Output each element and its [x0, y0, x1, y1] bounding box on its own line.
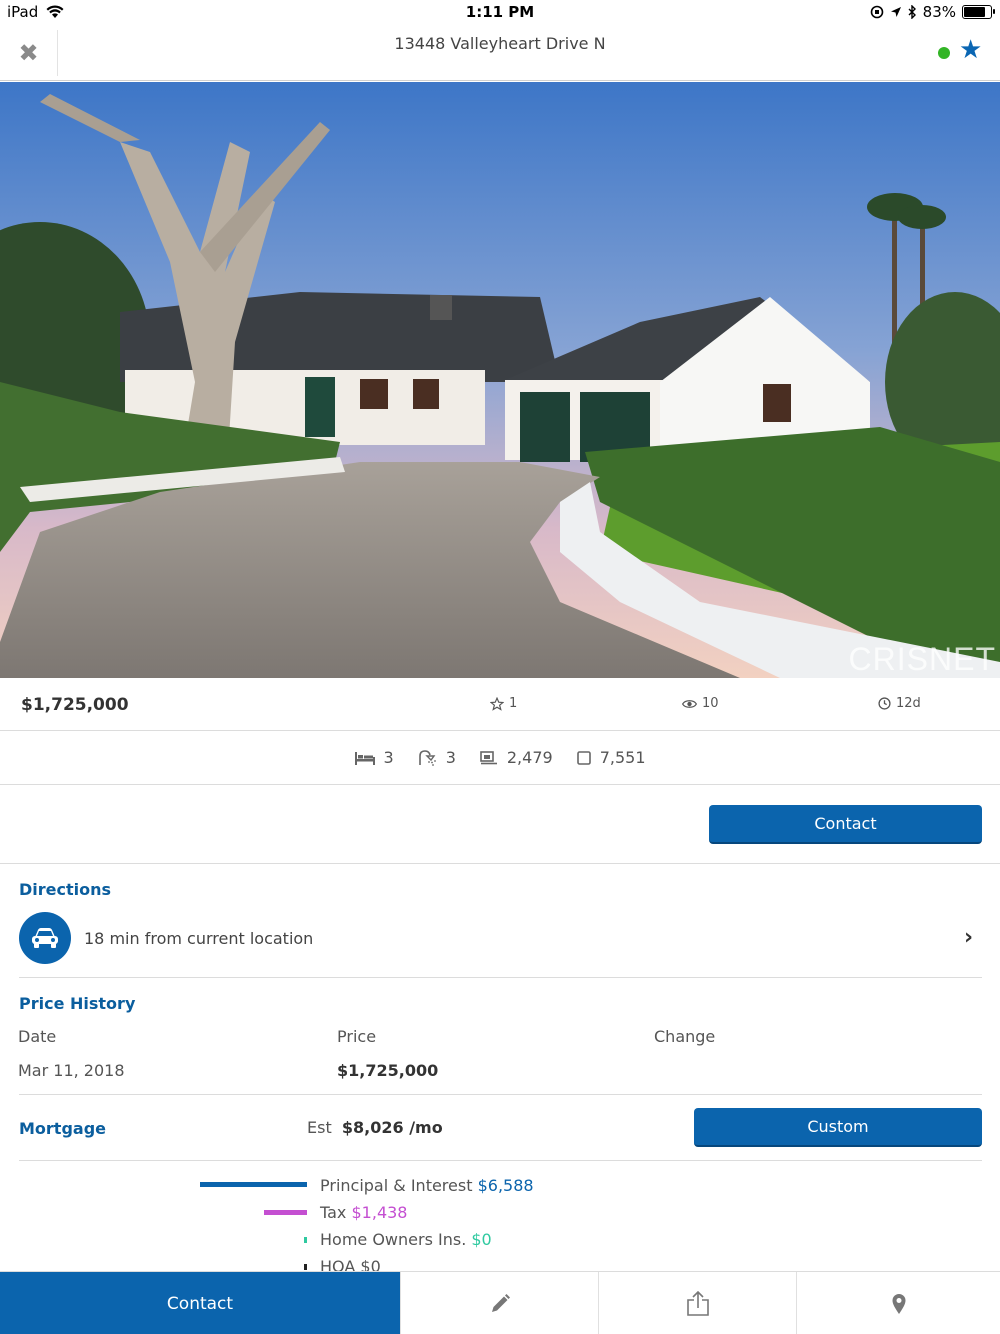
date-column-header: Date [18, 1027, 57, 1046]
insurance-legend: Home Owners Ins. $0 [320, 1230, 492, 1249]
favorites-stat: 1 [490, 696, 517, 711]
house-photo-image [0, 82, 1000, 678]
listing-photo[interactable]: CRISNET [0, 82, 1000, 678]
directions-text[interactable]: 18 min from current location [84, 929, 313, 948]
lot-feature: 7,551 [576, 748, 646, 767]
lot-square-icon [576, 750, 591, 765]
car-icon-circle[interactable] [19, 912, 71, 964]
beds-feature: 3 [354, 748, 394, 767]
history-row-price: $1,725,000 [337, 1061, 439, 1080]
share-button[interactable] [598, 1272, 796, 1334]
history-row-date: Mar 11, 2018 [18, 1061, 125, 1080]
photo-watermark: CRISNET [848, 641, 996, 677]
days-on-market-stat: 12d [878, 696, 921, 711]
bottom-toolbar: Contact [0, 1271, 1000, 1334]
legend-value: $6,588 [477, 1176, 534, 1195]
car-icon [32, 928, 58, 948]
shower-icon [418, 749, 436, 766]
divider [19, 977, 982, 978]
legend-label: Tax [320, 1203, 347, 1222]
floor-area-icon [480, 750, 497, 764]
map-pin-icon [892, 1293, 905, 1314]
lot-value: 7,551 [599, 748, 646, 767]
custom-button[interactable]: Custom [694, 1108, 982, 1147]
legend-value: $1,438 [351, 1203, 408, 1222]
change-column-header: Change [654, 1027, 716, 1046]
views-count: 10 [702, 696, 719, 711]
tax-bar [264, 1210, 307, 1215]
stats-row: $1,725,000 1 10 12d [0, 678, 1000, 731]
chevron-right-icon[interactable]: › [964, 925, 973, 950]
active-status-dot [938, 47, 950, 59]
legend-value: $0 [360, 1257, 381, 1271]
price-column-header: Price [337, 1027, 377, 1046]
clock-icon [878, 697, 891, 710]
edit-note-button[interactable] [400, 1272, 598, 1334]
tax-legend: Tax $1,438 [320, 1203, 407, 1222]
price-history-title: Price History [19, 994, 136, 1013]
location-arrow-icon [890, 7, 901, 17]
contact-row: Contact [0, 785, 1000, 864]
principal-interest-bar [200, 1182, 307, 1187]
mortgage-estimate: Est $8,026 /mo [307, 1118, 443, 1137]
legend-label: Principal & Interest [320, 1176, 473, 1195]
pencil-icon [491, 1293, 510, 1312]
features-row: 3 3 2,479 7,551 [0, 731, 1000, 785]
baths-count: 3 [445, 748, 456, 767]
eye-icon [682, 699, 697, 708]
principal-interest-legend: Principal & Interest $6,588 [320, 1176, 534, 1195]
map-location-button[interactable] [796, 1272, 1000, 1334]
hoa-legend: HOA $0 [320, 1257, 381, 1271]
bed-icon [354, 751, 375, 765]
status-time: 1:11 PM [465, 3, 535, 21]
contact-button[interactable]: Contact [709, 805, 982, 844]
toolbar-contact-button[interactable]: Contact [0, 1272, 400, 1334]
share-icon [686, 1290, 709, 1316]
favorites-count: 1 [509, 696, 518, 711]
directions-title: Directions [19, 880, 112, 899]
legend-label: HOA [320, 1257, 356, 1271]
battery-percent: 83% [922, 3, 956, 21]
mortgage-est-label: Est [307, 1118, 332, 1137]
page-title: 13448 Valleyheart Drive N [394, 34, 606, 53]
legend-value: $0 [471, 1230, 492, 1249]
mortgage-est-value: $8,026 /mo [341, 1118, 443, 1137]
battery-fill [964, 7, 985, 17]
insurance-bar [304, 1237, 307, 1243]
mortgage-title: Mortgage [19, 1119, 107, 1138]
rotation-lock-icon [870, 5, 883, 19]
beds-count: 3 [383, 748, 394, 767]
battery-icon [962, 5, 995, 19]
divider [19, 1160, 982, 1161]
favorite-star-icon[interactable]: ★ [959, 37, 982, 63]
sqft-value: 2,479 [506, 748, 553, 767]
days-count: 12d [896, 696, 921, 711]
bluetooth-icon [908, 5, 916, 19]
hoa-bar [304, 1264, 307, 1270]
status-bar: iPad 1:11 PM 83% [0, 0, 1000, 24]
views-stat: 10 [682, 696, 719, 711]
divider [19, 1094, 982, 1095]
listing-price: $1,725,000 [21, 695, 129, 715]
baths-feature: 3 [418, 748, 456, 767]
legend-label: Home Owners Ins. [320, 1230, 467, 1249]
sqft-feature: 2,479 [480, 748, 553, 767]
star-outline-icon [490, 696, 504, 711]
nav-bar: ✖ 13448 Valleyheart Drive N ★ [0, 24, 1000, 81]
